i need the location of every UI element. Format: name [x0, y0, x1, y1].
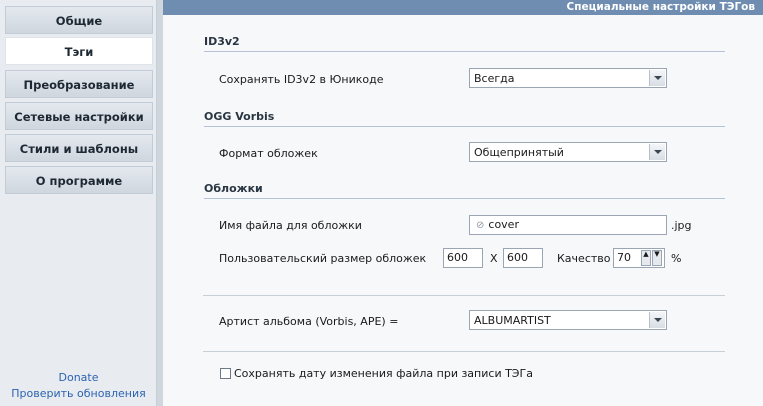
sidebar-item-text-conversion[interactable]: Преобразование текста [5, 70, 153, 120]
cover-format-label: Формат обложек [219, 147, 318, 160]
section-rule [204, 126, 725, 127]
preserve-date-label[interactable]: Сохранять дату изменения файла при запис… [234, 367, 533, 380]
album-artist-label: Артист альбома (Vorbis, APE) = [219, 315, 399, 328]
tag-icon: ⊘ [476, 220, 485, 231]
section-rule [204, 198, 725, 199]
sidebar-item-network-settings[interactable]: Сетевые настройки [5, 102, 153, 130]
section-rule [204, 51, 725, 52]
cover-format-select-value: Общепринятый [474, 146, 564, 159]
quality-label: Качество [557, 252, 611, 265]
cover-size-label: Пользовательский размер обложек [219, 252, 427, 265]
quality-unit: % [671, 252, 682, 265]
cover-size-separator: X [490, 252, 498, 265]
quality-down-icon[interactable]: ▼ [652, 250, 662, 266]
sidebar-item-tags[interactable]: Тэги [5, 37, 153, 65]
cover-filename-ext: .jpg [671, 219, 692, 232]
cover-height-input[interactable]: 600 [503, 248, 543, 268]
separator-rule [203, 295, 725, 296]
preserve-date-checkbox[interactable] [220, 368, 231, 379]
settings-panel: Специальные настройки ТЭГов ID3v2 Сохран… [163, 0, 763, 406]
quality-up-icon[interactable]: ▲ [641, 250, 651, 266]
section-title-id3v2: ID3v2 [204, 35, 240, 48]
sidebar-item-styles-templates[interactable]: Стили и шаблоны [5, 134, 153, 162]
cover-filename-value: cover [488, 218, 519, 231]
cover-filename-input[interactable]: ⊘ cover [469, 215, 667, 235]
sidebar-item-general[interactable]: Общие [5, 6, 153, 34]
separator-rule [203, 351, 725, 352]
album-artist-select-value: ALBUMARTIST [474, 314, 551, 327]
cover-width-input[interactable]: 600 [443, 248, 483, 268]
unicode-select-value: Всегда [474, 72, 515, 85]
panel-header: Специальные настройки ТЭГов [163, 0, 763, 15]
section-title-covers: Обложки [204, 182, 263, 195]
sidebar-item-about[interactable]: О программе [5, 166, 153, 194]
cover-format-select[interactable]: Общепринятый [469, 142, 667, 162]
chevron-down-icon[interactable] [649, 144, 665, 160]
sidebar: Общие Тэги Преобразование текста Сетевые… [0, 0, 157, 406]
chevron-down-icon[interactable] [649, 312, 665, 328]
donate-link[interactable]: Donate [0, 371, 157, 384]
album-artist-select[interactable]: ALBUMARTIST [469, 310, 667, 330]
unicode-select[interactable]: Всегда [469, 68, 667, 88]
unicode-label: Сохранять ID3v2 в Юникоде [219, 73, 384, 86]
chevron-down-icon[interactable] [649, 70, 665, 86]
cover-filename-label: Имя файла для обложки [219, 219, 362, 232]
check-updates-link[interactable]: Проверить обновления [0, 387, 157, 400]
section-title-ogg: OGG Vorbis [204, 110, 275, 123]
